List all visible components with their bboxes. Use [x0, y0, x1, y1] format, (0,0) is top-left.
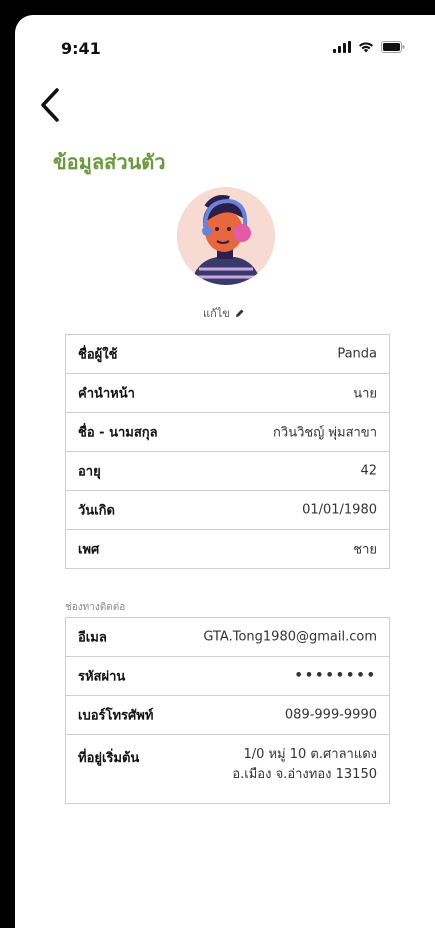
age-row: อายุ 42 [66, 452, 389, 491]
birthdate-row: วันเกิด 01/01/1980 [66, 491, 389, 530]
birthdate-label: วันเกิด [78, 503, 115, 519]
fullname-label: ชื่อ - นามสกุล [78, 425, 158, 441]
address-line-1: 1/0 หมู่ 10 ต.ศาลาแดง [243, 747, 377, 762]
gender-label: เพศ [78, 542, 100, 558]
email-row: อีเมล GTA.Tong1980@gmail.com [66, 618, 389, 657]
password-label: รหัสผ่าน [78, 669, 126, 685]
birthdate-value: 01/01/1980 [302, 502, 377, 518]
phone-row: เบอร์โทรศัพท์ 089-999-9990 [66, 696, 389, 735]
edit-label: แก้ไข [203, 307, 230, 320]
username-label: ชื่อผู้ใช้ [78, 347, 118, 363]
edit-profile-button[interactable]: แก้ไข [203, 304, 245, 322]
email-label: อีเมล [78, 630, 107, 646]
age-label: อายุ [78, 464, 101, 480]
phone-screen: 9:41 ข้อมูลส่วนตัว แก้ไข ชื่อผู้ใช้ Pand… [15, 15, 435, 928]
address-label: ที่อยู่เริ่มต้น [78, 751, 140, 766]
password-value: •••••••• [294, 668, 377, 684]
prefix-value: นาย [353, 386, 377, 402]
signal-icon [333, 41, 351, 53]
avatar [177, 187, 275, 285]
username-row: ชื่อผู้ใช้ Panda [66, 335, 389, 374]
wifi-icon [359, 42, 373, 53]
status-bar: 9:41 [15, 15, 435, 75]
contact-section-label: ช่องทางติดต่อ [65, 602, 126, 613]
password-row: รหัสผ่าน •••••••• [66, 657, 389, 696]
battery-icon [381, 41, 405, 53]
status-icons [333, 41, 405, 53]
status-time: 9:41 [61, 39, 101, 58]
back-button[interactable] [37, 85, 67, 125]
username-value: Panda [337, 346, 377, 362]
address-line-2: อ.เมือง จ.อ่างทอง 13150 [232, 767, 377, 782]
fullname-row: ชื่อ - นามสกุล กวินวิชญ์ พุ่มสาขา [66, 413, 389, 452]
prefix-label: คำนำหน้า [78, 386, 135, 402]
fullname-value: กวินวิชญ์ พุ่มสาขา [273, 425, 377, 441]
address-row: ที่อยู่เริ่มต้น 1/0 หมู่ 10 ต.ศาลาแดง อ.… [66, 735, 389, 803]
chevron-left-icon [41, 88, 59, 122]
gender-row: เพศ ชาย [66, 530, 389, 568]
gender-value: ชาย [353, 542, 377, 558]
contact-info-card: อีเมล GTA.Tong1980@gmail.com รหัสผ่าน ••… [65, 617, 390, 804]
pencil-icon [235, 309, 244, 317]
age-value: 42 [360, 463, 377, 479]
avatar-illustration [177, 187, 275, 285]
page-title: ข้อมูลส่วนตัว [53, 150, 166, 174]
profile-info-card: ชื่อผู้ใช้ Panda คำนำหน้า นาย ชื่อ - นาม… [65, 334, 390, 569]
phone-value: 089-999-9990 [284, 707, 377, 723]
email-value: GTA.Tong1980@gmail.com [203, 629, 377, 645]
prefix-row: คำนำหน้า นาย [66, 374, 389, 413]
address-value: 1/0 หมู่ 10 ต.ศาลาแดง อ.เมือง จ.อ่างทอง … [232, 745, 377, 785]
phone-label: เบอร์โทรศัพท์ [78, 708, 154, 724]
